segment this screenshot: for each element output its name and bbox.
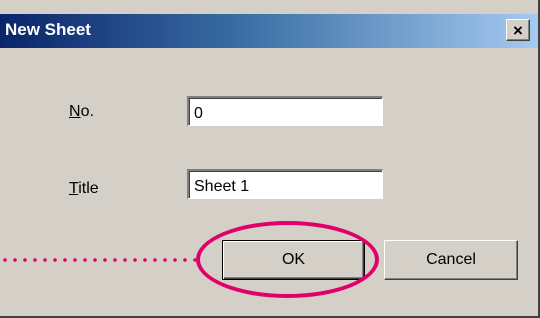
ok-button-label: OK: [281, 251, 306, 268]
ok-button[interactable]: OK: [222, 240, 365, 280]
cancel-button-label: Cancel: [426, 251, 476, 268]
title-label-text: itle: [78, 180, 99, 197]
title-field-label: Title: [69, 180, 99, 198]
title-input[interactable]: [187, 169, 383, 199]
close-button[interactable]: ×: [506, 19, 530, 41]
cancel-button[interactable]: Cancel: [384, 240, 518, 280]
close-icon: ×: [513, 20, 523, 40]
no-field-label: No.: [69, 103, 94, 121]
new-sheet-dialog: New Sheet × No. Title OK Cancel: [0, 0, 540, 318]
title-label-mnemonic: T: [69, 180, 79, 197]
no-label-mnemonic: N: [69, 103, 81, 120]
title-bar[interactable]: New Sheet ×: [0, 14, 538, 48]
dialog-title: New Sheet: [5, 20, 91, 39]
no-input[interactable]: [187, 96, 383, 126]
no-label-text: o.: [80, 103, 94, 120]
callout-dotted-line: [0, 258, 198, 262]
